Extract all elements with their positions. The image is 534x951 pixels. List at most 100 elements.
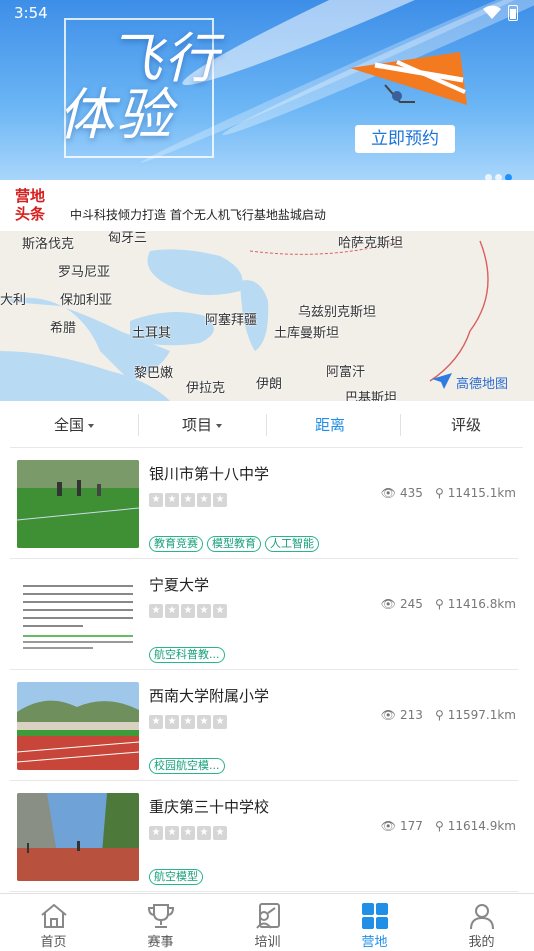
- map-label: 匈牙三: [108, 231, 148, 246]
- tab-camp[interactable]: 营地: [321, 894, 428, 951]
- news-headline[interactable]: 中斗科技倾力打造 首个无人机飞行基地盐城启动: [70, 206, 326, 223]
- carousel-dots: [482, 166, 512, 180]
- carousel-dot[interactable]: [485, 174, 492, 180]
- eye-icon: 👁: [380, 486, 397, 500]
- book-now-button[interactable]: 立即预约: [355, 125, 455, 153]
- star-icon: ★: [181, 604, 195, 618]
- map-label: 伊朗: [256, 377, 283, 392]
- news-tag-line2: 头条: [15, 205, 46, 223]
- location-pin-icon: ⚲: [434, 708, 444, 722]
- rating-stars: ★ ★ ★ ★ ★: [149, 820, 229, 840]
- rating-stars: ★ ★ ★ ★ ★: [149, 709, 229, 729]
- carousel-dot-active[interactable]: [505, 174, 512, 180]
- map-label: 乌兹别克斯坦: [298, 305, 377, 320]
- camp-thumbnail: [17, 682, 139, 770]
- star-icon: ★: [165, 604, 179, 618]
- filter-project[interactable]: 项目: [138, 402, 266, 448]
- camp-list-item[interactable]: 银川市第十八中学 ★ ★ ★ ★ ★ 👁 435 ⚲ 11415.1km 教育竞赛 模型教育 人工…: [10, 448, 518, 559]
- star-icon: ★: [149, 826, 163, 840]
- view-count: 435: [400, 486, 423, 500]
- eye-icon: 👁: [380, 708, 397, 722]
- filter-bar: 全国 项目 距离 评级: [10, 402, 523, 448]
- filter-region[interactable]: 全国: [10, 402, 138, 448]
- map-label: 巴基斯坦: [345, 391, 398, 401]
- view-count: 177: [400, 819, 423, 833]
- view-count: 245: [400, 597, 423, 611]
- camp-meta: 👁 245 ⚲ 11416.8km: [377, 597, 516, 611]
- camp-name: 银川市第十八中学: [149, 465, 270, 483]
- tab-home[interactable]: 首页: [0, 894, 107, 951]
- map-label: 黎巴嫩: [134, 366, 174, 381]
- view-count: 213: [400, 708, 423, 722]
- eye-icon: 👁: [380, 819, 397, 833]
- camp-list-item[interactable]: 宁夏大学 ★ ★ ★ ★ ★ 👁 245 ⚲ 11416.8km 航空科普教...: [10, 559, 518, 670]
- star-icon: ★: [213, 604, 227, 618]
- map-label: 斯洛伐克: [22, 237, 75, 252]
- tab-profile[interactable]: 我的: [428, 894, 534, 951]
- map-label: 伊拉克: [186, 381, 226, 396]
- caret-down-icon: [216, 423, 222, 428]
- tab-label: 赛事: [147, 935, 174, 950]
- location-pin-icon: ⚲: [434, 819, 444, 833]
- map-view[interactable]: 斯洛伐克 匈牙三 哈萨克斯坦 罗马尼亚 大利 保加利亚 乌兹别克斯坦 阿塞拜疆 …: [0, 231, 534, 401]
- star-icon: ★: [149, 604, 163, 618]
- location-pin-icon: ⚲: [434, 486, 444, 500]
- map-label: 罗马尼亚: [58, 265, 111, 280]
- camp-meta: 👁 435 ⚲ 11415.1km: [377, 486, 516, 500]
- map-label: 保加利亚: [60, 293, 113, 308]
- map-label: 阿塞拜疆: [205, 313, 258, 328]
- tag-list: 航空科普教...: [149, 643, 229, 663]
- distance: 11614.9km: [447, 819, 516, 833]
- tag-list: 航空模型: [149, 865, 207, 885]
- battery-icon: [508, 5, 518, 21]
- star-icon: ★: [181, 493, 195, 507]
- tag: 教育竞赛: [149, 536, 203, 552]
- camp-thumbnail: [17, 793, 139, 881]
- amap-logo-icon: [432, 373, 452, 389]
- map-provider-label: 高德地图: [456, 377, 509, 392]
- tag: 人工智能: [265, 536, 319, 552]
- star-icon: ★: [213, 715, 227, 729]
- tab-label: 培训: [254, 935, 281, 950]
- camp-thumbnail: [17, 571, 139, 659]
- tab-events[interactable]: 赛事: [107, 894, 214, 951]
- bottom-tab-bar: 首页 赛事 培训 营地 我的: [0, 893, 534, 950]
- map-label: 阿富汗: [326, 365, 366, 380]
- star-icon: ★: [197, 604, 211, 618]
- tag: 模型教育: [207, 536, 261, 552]
- map-label: 希腊: [50, 321, 77, 336]
- camp-thumbnail: [17, 460, 139, 548]
- filter-region-label: 全国: [53, 416, 84, 434]
- caret-down-icon: [88, 423, 94, 428]
- camp-name: 西南大学附属小学: [149, 687, 270, 705]
- divider: [400, 414, 401, 436]
- tag-list: 校园航空模...: [149, 754, 229, 774]
- map-label: 土库曼斯坦: [274, 326, 340, 341]
- camp-list-item[interactable]: 重庆第三十中学校 ★ ★ ★ ★ ★ 👁 177 ⚲ 11614.9km 航空模型: [10, 781, 518, 892]
- news-tag-line1: 营地: [15, 187, 46, 205]
- camp-list-item[interactable]: 西南大学附属小学 ★ ★ ★ ★ ★ 👁 213 ⚲ 11597.1km 校园航空模...: [10, 670, 518, 781]
- status-bar: 3:54: [0, 0, 534, 28]
- rating-stars: ★ ★ ★ ★ ★: [149, 598, 229, 618]
- filter-rating[interactable]: 评级: [402, 402, 530, 448]
- star-icon: ★: [165, 715, 179, 729]
- rating-stars: ★ ★ ★ ★ ★: [149, 487, 229, 507]
- wifi-icon: [483, 5, 501, 19]
- training-icon: [256, 903, 280, 929]
- star-icon: ★: [197, 715, 211, 729]
- filter-distance[interactable]: 距离: [266, 402, 394, 448]
- star-icon: ★: [213, 826, 227, 840]
- star-icon: ★: [165, 826, 179, 840]
- news-ticker[interactable]: 营地 头条 中斗科技倾力打造 首个无人机飞行基地盐城启动: [0, 186, 534, 228]
- tag: 航空科普教...: [149, 647, 225, 663]
- banner-title-line2: 体验: [58, 83, 174, 148]
- carousel-dot[interactable]: [495, 174, 502, 180]
- map-label: 大利: [0, 293, 27, 308]
- trophy-icon: [147, 904, 175, 928]
- distance: 11597.1km: [447, 708, 516, 722]
- camp-grid-icon: [362, 903, 388, 929]
- tab-label: 首页: [40, 935, 67, 950]
- distance: 11416.8km: [447, 597, 516, 611]
- tab-training[interactable]: 培训: [214, 894, 321, 951]
- location-pin-icon: ⚲: [434, 597, 444, 611]
